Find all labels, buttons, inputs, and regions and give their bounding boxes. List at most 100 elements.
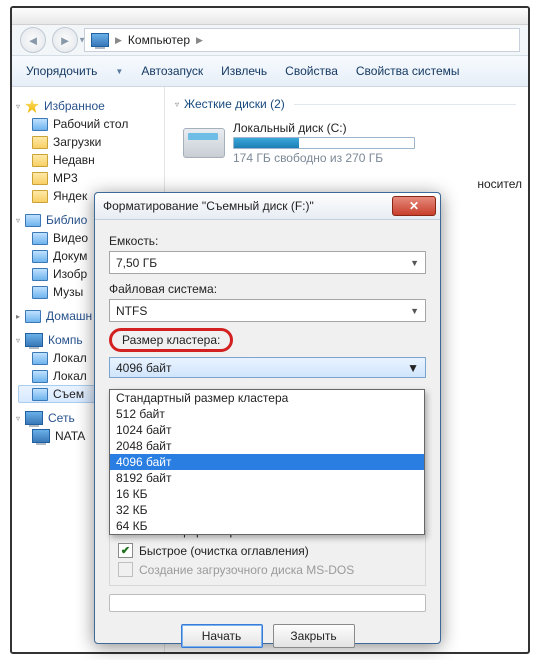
sidebar-item-label: Съем [53, 387, 84, 401]
checkbox-icon [118, 562, 133, 577]
chevron-right-icon: ▶ [115, 35, 122, 46]
chevron-down-icon: ▿ [16, 102, 20, 111]
cluster-option[interactable]: 32 КБ [110, 502, 424, 518]
sidebar-group-label: Сеть [48, 411, 75, 425]
hdd-icon [183, 128, 225, 158]
drive-icon [32, 352, 48, 365]
close-dialog-button[interactable]: Закрыть [273, 624, 355, 648]
chevron-down-icon: ▿ [16, 414, 20, 423]
chevron-down-icon: ▼ [410, 258, 419, 268]
cluster-option[interactable]: 8192 байт [110, 470, 424, 486]
checkbox-icon: ✔ [118, 543, 133, 558]
chevron-down-icon: ▼ [410, 306, 419, 316]
cluster-combobox[interactable]: 4096 байт ▼ [109, 357, 426, 378]
section-hdds[interactable]: ▿ Жесткие диски (2) [177, 97, 516, 111]
libraries-icon [25, 214, 41, 227]
dialog-titlebar[interactable]: Форматирование "Съемный диск (F:)" ✕ [95, 193, 440, 220]
folder-icon [32, 286, 48, 299]
cluster-listbox[interactable]: Стандартный размер кластера 512 байт 102… [109, 389, 425, 535]
cluster-value: 4096 байт [116, 361, 172, 375]
drive-item[interactable]: Локальный диск (C:) 174 ГБ свободно из 2… [177, 117, 516, 169]
format-options-group: Способы форматирования: ✔ Быстрое (очист… [109, 530, 426, 586]
sidebar-item-label: NATA [55, 429, 85, 443]
sidebar-item-label: Яндек [53, 189, 87, 203]
chevron-right-icon: ▶ [196, 35, 203, 46]
usage-bar [233, 137, 415, 149]
computer-icon [91, 33, 109, 47]
folder-icon [32, 154, 48, 167]
filesystem-combobox[interactable]: NTFS ▼ [109, 299, 426, 322]
close-button[interactable]: ✕ [392, 196, 436, 216]
breadcrumb[interactable]: ▶ Компьютер ▶ [84, 28, 520, 52]
divider [294, 104, 516, 105]
chevron-down-icon: ▿ [175, 100, 179, 109]
sidebar-item-label: Недавн [53, 153, 95, 167]
menu-sys-properties[interactable]: Свойства системы [356, 64, 460, 78]
sidebar-item-downloads[interactable]: Загрузки [18, 133, 158, 151]
capacity-label: Емкость: [109, 234, 426, 248]
desktop-icon [32, 118, 48, 131]
folder-icon [32, 136, 48, 149]
folder-icon [32, 250, 48, 263]
chevron-down-icon: ▼ [407, 361, 419, 375]
filesystem-value: NTFS [116, 304, 147, 318]
nav-fwd-button[interactable]: ►▼ [52, 27, 78, 53]
msdos-checkbox: Создание загрузочного диска MS-DOS [118, 562, 417, 577]
menu-properties[interactable]: Свойства [285, 64, 338, 78]
checkbox-label: Создание загрузочного диска MS-DOS [139, 563, 354, 577]
folder-icon [32, 268, 48, 281]
sidebar-item-label: Локал [53, 351, 87, 365]
cluster-option[interactable]: 512 байт [110, 406, 424, 422]
window-titlebar [12, 8, 528, 25]
star-icon [25, 99, 39, 113]
chevron-down-icon: ▿ [16, 216, 20, 225]
sidebar-item-label: Видео [53, 231, 88, 245]
address-bar: ◄ ►▼ ▶ Компьютер ▶ [12, 25, 528, 56]
dialog-title: Форматирование "Съемный диск (F:)" [103, 199, 314, 213]
sidebar-group-favorites[interactable]: ▿ Избранное [18, 97, 158, 115]
homegroup-icon [25, 310, 41, 323]
computer-icon [25, 333, 43, 347]
sidebar-item-recent[interactable]: Недавн [18, 151, 158, 169]
chevron-right-icon: ▸ [16, 312, 20, 321]
menu-autoplay[interactable]: Автозапуск [141, 64, 203, 78]
format-dialog: Форматирование "Съемный диск (F:)" ✕ Емк… [94, 192, 441, 644]
cluster-label: Размер кластера: [122, 333, 220, 347]
cluster-option[interactable]: 64 КБ [110, 518, 424, 534]
cluster-option-selected[interactable]: 4096 байт [110, 454, 424, 470]
button-label: Начать [202, 629, 242, 643]
section-removable-tail: носител [477, 177, 522, 191]
folder-icon [32, 232, 48, 245]
progress-bar [109, 594, 426, 612]
sidebar-item-mp3[interactable]: MP3 [18, 169, 158, 187]
nav-back-button[interactable]: ◄ [20, 27, 46, 53]
capacity-value: 7,50 ГБ [116, 256, 157, 270]
sidebar-group-label: Библио [46, 213, 87, 227]
cluster-option[interactable]: Стандартный размер кластера [110, 390, 424, 406]
quick-format-checkbox[interactable]: ✔ Быстрое (очистка оглавления) [118, 543, 417, 558]
start-button[interactable]: Начать [181, 624, 263, 648]
chevron-down-icon: ▿ [16, 336, 20, 345]
menu-eject[interactable]: Извлечь [221, 64, 267, 78]
cluster-option[interactable]: 2048 байт [110, 438, 424, 454]
cluster-option[interactable]: 1024 байт [110, 422, 424, 438]
breadcrumb-item[interactable]: Компьютер [128, 33, 190, 47]
sidebar-item-label: Локал [53, 369, 87, 383]
cluster-highlight: Размер кластера: [109, 328, 233, 352]
menu-organize[interactable]: Упорядочить [26, 64, 97, 78]
cluster-option[interactable]: 16 КБ [110, 486, 424, 502]
sidebar-group-label: Избранное [44, 99, 105, 113]
sidebar-item-desktop[interactable]: Рабочий стол [18, 115, 158, 133]
dialog-buttons: Начать Закрыть [95, 624, 440, 648]
drive-icon [32, 388, 48, 401]
section-title: Жесткие диски (2) [184, 97, 285, 111]
drive-name: Локальный диск (C:) [233, 121, 415, 135]
folder-icon [32, 190, 48, 203]
sidebar-item-label: Докум [53, 249, 87, 263]
computer-icon [32, 429, 50, 443]
network-icon [25, 411, 43, 425]
folder-icon [32, 172, 48, 185]
sidebar-item-label: MP3 [53, 171, 78, 185]
capacity-combobox[interactable]: 7,50 ГБ ▼ [109, 251, 426, 274]
drive-subtitle: 174 ГБ свободно из 270 ГБ [233, 151, 415, 165]
